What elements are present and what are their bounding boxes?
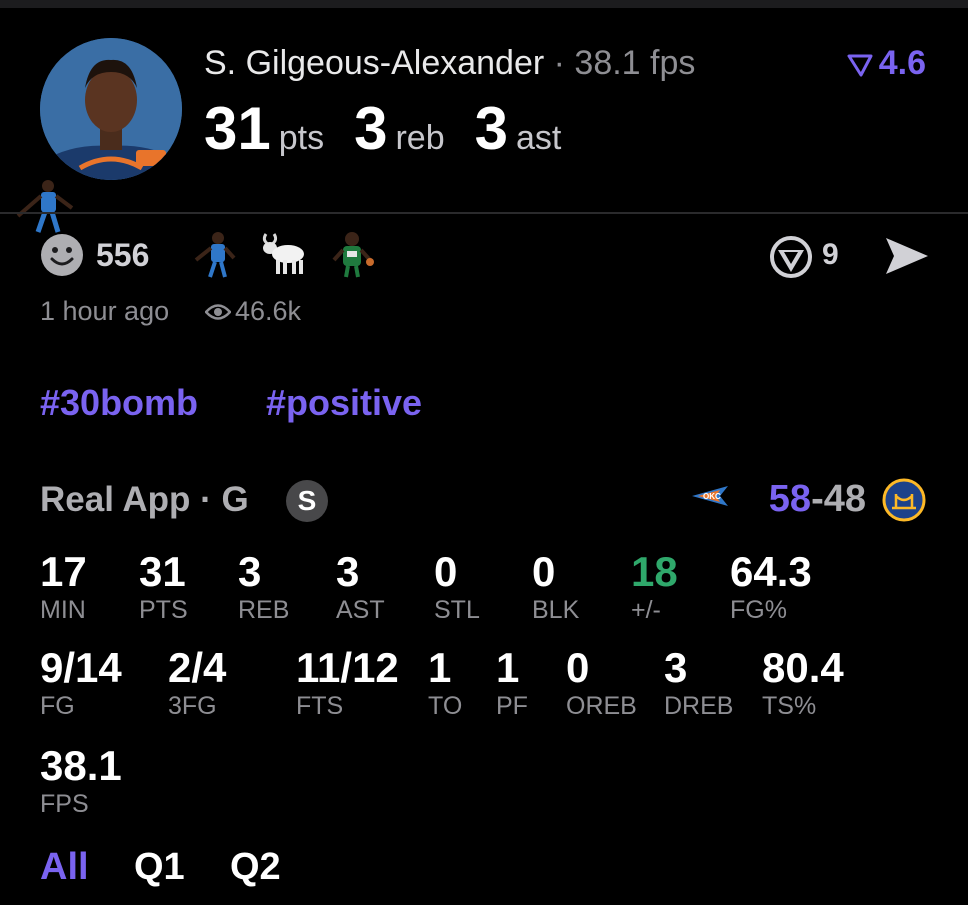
stat-value: 3 [336, 548, 360, 595]
stat-label: FTS [296, 692, 344, 720]
stat-label: DREB [664, 692, 734, 720]
stat-label: FG% [730, 596, 787, 624]
headline-reb: 3 [354, 95, 388, 162]
stat-oreb: 0 OREB [566, 644, 637, 720]
headline-stats: 31 pts 3 reb 3 ast [204, 94, 591, 163]
stat-label: TO [428, 692, 463, 720]
game-source: Real App · G [40, 480, 249, 519]
stat-value: 3 [238, 548, 262, 595]
stat-label: REB [238, 596, 290, 624]
player-line: S. Gilgeous-Alexander · 38.1 fps [204, 44, 695, 83]
stat-value: 3 [664, 644, 688, 691]
stat-dreb: 3 DREB [664, 644, 733, 720]
stat-label: TS% [762, 692, 817, 720]
top-bar [0, 0, 968, 8]
stat-value: 31 [139, 548, 186, 595]
stat-label: 3FG [168, 692, 217, 720]
stat-label: PTS [139, 596, 188, 624]
stat-to: 1 TO [428, 644, 462, 720]
stat-label: BLK [532, 596, 580, 624]
smile-reaction-icon[interactable] [40, 233, 84, 277]
stat-min: 17 MIN [40, 548, 87, 624]
view-count: 46.6k [204, 296, 302, 327]
stat-blk: 0 BLK [532, 548, 579, 624]
stat-ts-pct: 80.4 TS% [762, 644, 844, 720]
stat-fps: 38.1 FPS [40, 742, 122, 818]
stat-value: 18 [631, 548, 678, 595]
stat-pts: 31 PTS [139, 548, 188, 624]
game-score[interactable]: 58-48 [769, 478, 866, 521]
stat-label: FG [40, 692, 75, 720]
eye-icon [204, 304, 232, 320]
tab-q1[interactable]: Q1 [134, 846, 185, 889]
down-arrow-icon [847, 54, 873, 77]
rating-delta-value: 4.6 [878, 44, 926, 82]
stat-value: 64.3 [730, 548, 812, 595]
celtics-player-sticker-icon[interactable] [330, 230, 376, 283]
player-photo [40, 38, 182, 180]
stat-value: 0 [434, 548, 458, 595]
svg-text:OKC: OKC [703, 492, 721, 501]
gsw-logo-icon[interactable] [882, 478, 926, 527]
stat-pf: 1 PF [496, 644, 528, 720]
stat-value: 9/14 [40, 644, 122, 691]
starter-badge: S [286, 480, 328, 522]
player-avatar[interactable] [40, 38, 182, 180]
headline-ast: 3 [474, 95, 508, 162]
headline-ast-label: ast [516, 119, 562, 157]
stat-label: MIN [40, 596, 86, 624]
stat-plus-minus: 18 +/- [631, 548, 678, 624]
player-name[interactable]: S. Gilgeous-Alexander [204, 44, 544, 82]
stat-value: 2/4 [168, 644, 227, 691]
stat-reb: 3 REB [238, 548, 289, 624]
stat-fts: 11/12 FTS [296, 644, 399, 720]
tab-all[interactable]: All [40, 846, 89, 889]
header-divider [0, 212, 968, 214]
reaction-count[interactable]: 556 [96, 237, 149, 274]
stat-value: 0 [566, 644, 590, 691]
share-send-icon[interactable] [884, 236, 930, 281]
okc-logo-icon[interactable]: OKC [690, 482, 730, 515]
vote-icon[interactable] [768, 236, 814, 283]
stat-3fg: 2/4 3FG [168, 644, 226, 720]
stat-label: PF [496, 692, 528, 720]
player-sticker-icon[interactable] [192, 230, 238, 283]
goat-icon[interactable] [258, 230, 308, 281]
stat-value: 1 [428, 644, 452, 691]
headline-reb-label: reb [395, 119, 445, 157]
stat-label: +/- [631, 596, 661, 624]
stat-value: 38.1 [40, 742, 122, 789]
stat-ast: 3 AST [336, 548, 385, 624]
player-fps: 38.1 fps [574, 44, 696, 82]
rating-delta[interactable]: 4.6 [847, 44, 926, 83]
stat-label: AST [336, 596, 385, 624]
stat-value: 80.4 [762, 644, 844, 691]
hashtag-positive[interactable]: #positive [266, 382, 422, 424]
headline-pts-label: pts [278, 119, 325, 157]
home-score: 58 [768, 478, 812, 520]
tab-q2[interactable]: Q2 [230, 846, 281, 889]
score-separator: - [811, 478, 824, 520]
stat-value: 1 [496, 644, 520, 691]
stat-label: FPS [40, 790, 89, 818]
stat-value: 17 [40, 548, 87, 595]
away-score: 48 [823, 478, 866, 520]
hashtag-30bomb[interactable]: #30bomb [40, 382, 198, 424]
stat-stl: 0 STL [434, 548, 480, 624]
stat-label: OREB [566, 692, 637, 720]
stat-value: 11/12 [296, 644, 399, 691]
stat-fg-pct: 64.3 FG% [730, 548, 812, 624]
vote-count: 9 [822, 238, 839, 271]
view-count-value: 46.6k [235, 296, 302, 326]
stat-value: 0 [532, 548, 556, 595]
post-time: 1 hour ago [40, 296, 170, 326]
stat-label: STL [434, 596, 480, 624]
player-sticker-icon [12, 178, 78, 239]
separator-dot: · [553, 44, 565, 82]
headline-pts: 31 [204, 95, 271, 162]
stat-fg: 9/14 FG [40, 644, 122, 720]
